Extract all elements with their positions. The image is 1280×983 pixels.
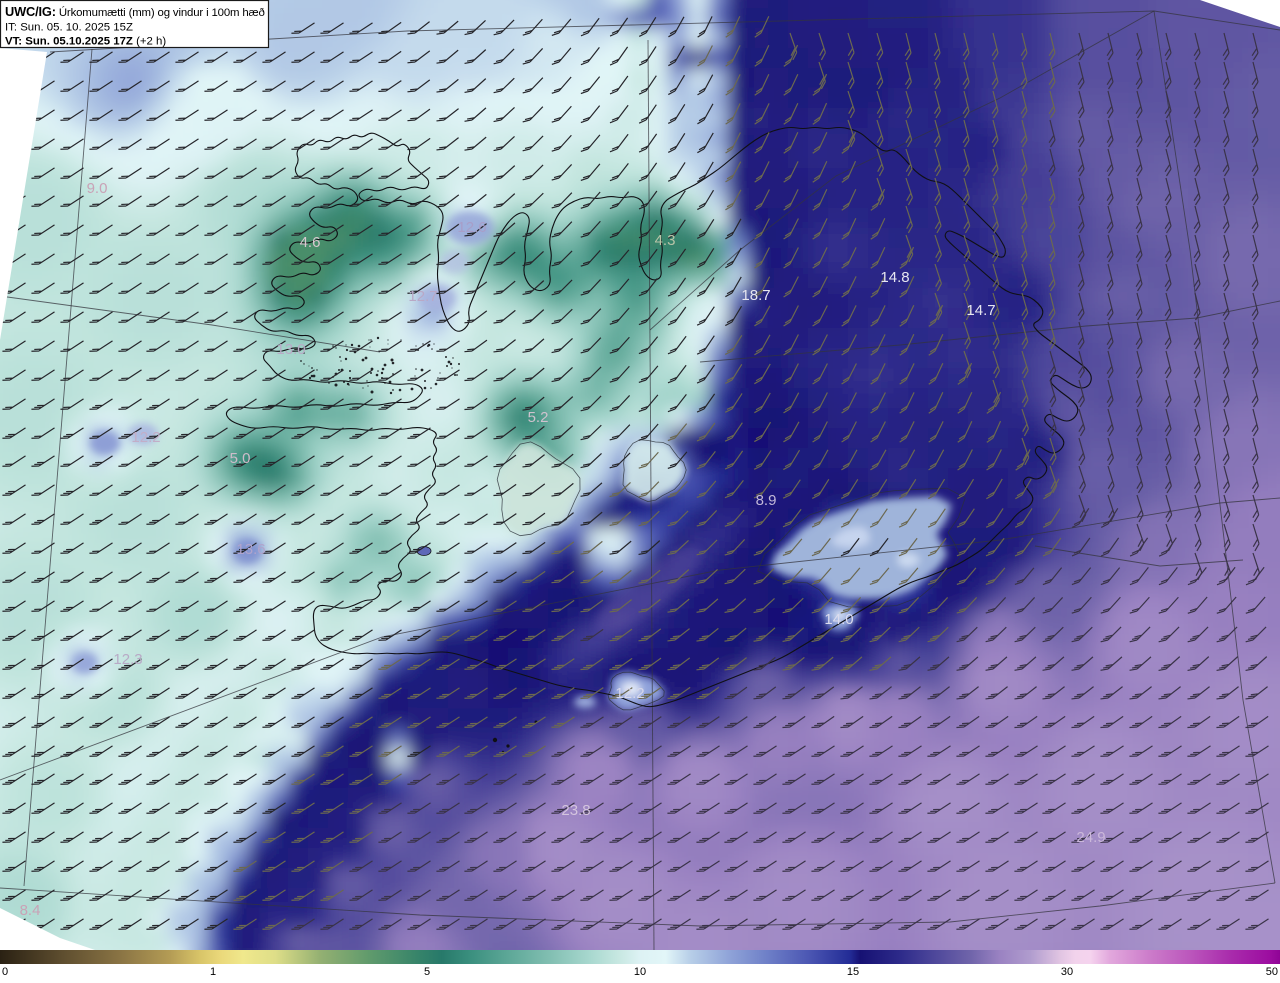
svg-text:8.9: 8.9 <box>756 492 777 509</box>
svg-text:14.0: 14.0 <box>824 611 853 628</box>
svg-text:8.4: 8.4 <box>20 902 41 919</box>
svg-text:12.3: 12.3 <box>113 651 142 668</box>
svg-text:14.7: 14.7 <box>966 302 995 319</box>
svg-text:50: 50 <box>1266 966 1278 978</box>
svg-text:4.3: 4.3 <box>655 232 676 249</box>
svg-text:18.7: 18.7 <box>741 287 770 304</box>
svg-text:5: 5 <box>424 966 430 978</box>
svg-text:4.6: 4.6 <box>300 234 321 251</box>
svg-text:13.6: 13.6 <box>236 541 265 558</box>
svg-text:0: 0 <box>2 966 8 978</box>
svg-text:12.2: 12.2 <box>615 685 644 702</box>
svg-text:24.9: 24.9 <box>1076 829 1105 846</box>
svg-text:10: 10 <box>634 966 646 978</box>
svg-text:30: 30 <box>1061 966 1073 978</box>
svg-text:23.8: 23.8 <box>561 802 590 819</box>
svg-text:12.7: 12.7 <box>408 288 437 305</box>
svg-text:VT: Sun. 05.10.2025 17Z (+2 h): VT: Sun. 05.10.2025 17Z (+2 h) <box>5 36 166 48</box>
svg-text:15: 15 <box>847 966 859 978</box>
svg-text:1: 1 <box>210 966 216 978</box>
svg-text:UWC/IG: Úrkomumætti (mm) og vi: UWC/IG: Úrkomumætti (mm) og vindur i 100… <box>5 4 265 19</box>
svg-text:12.2: 12.2 <box>131 429 160 446</box>
svg-text:5.2: 5.2 <box>528 409 549 426</box>
svg-text:14.8: 14.8 <box>880 269 909 286</box>
svg-text:9.0: 9.0 <box>87 180 108 197</box>
svg-text:IT: Sun. 05. 10. 2025 15Z: IT: Sun. 05. 10. 2025 15Z <box>5 22 133 34</box>
svg-text:12.6: 12.6 <box>457 219 486 236</box>
svg-text:5.0: 5.0 <box>230 450 251 467</box>
svg-text:13.0: 13.0 <box>276 341 305 358</box>
